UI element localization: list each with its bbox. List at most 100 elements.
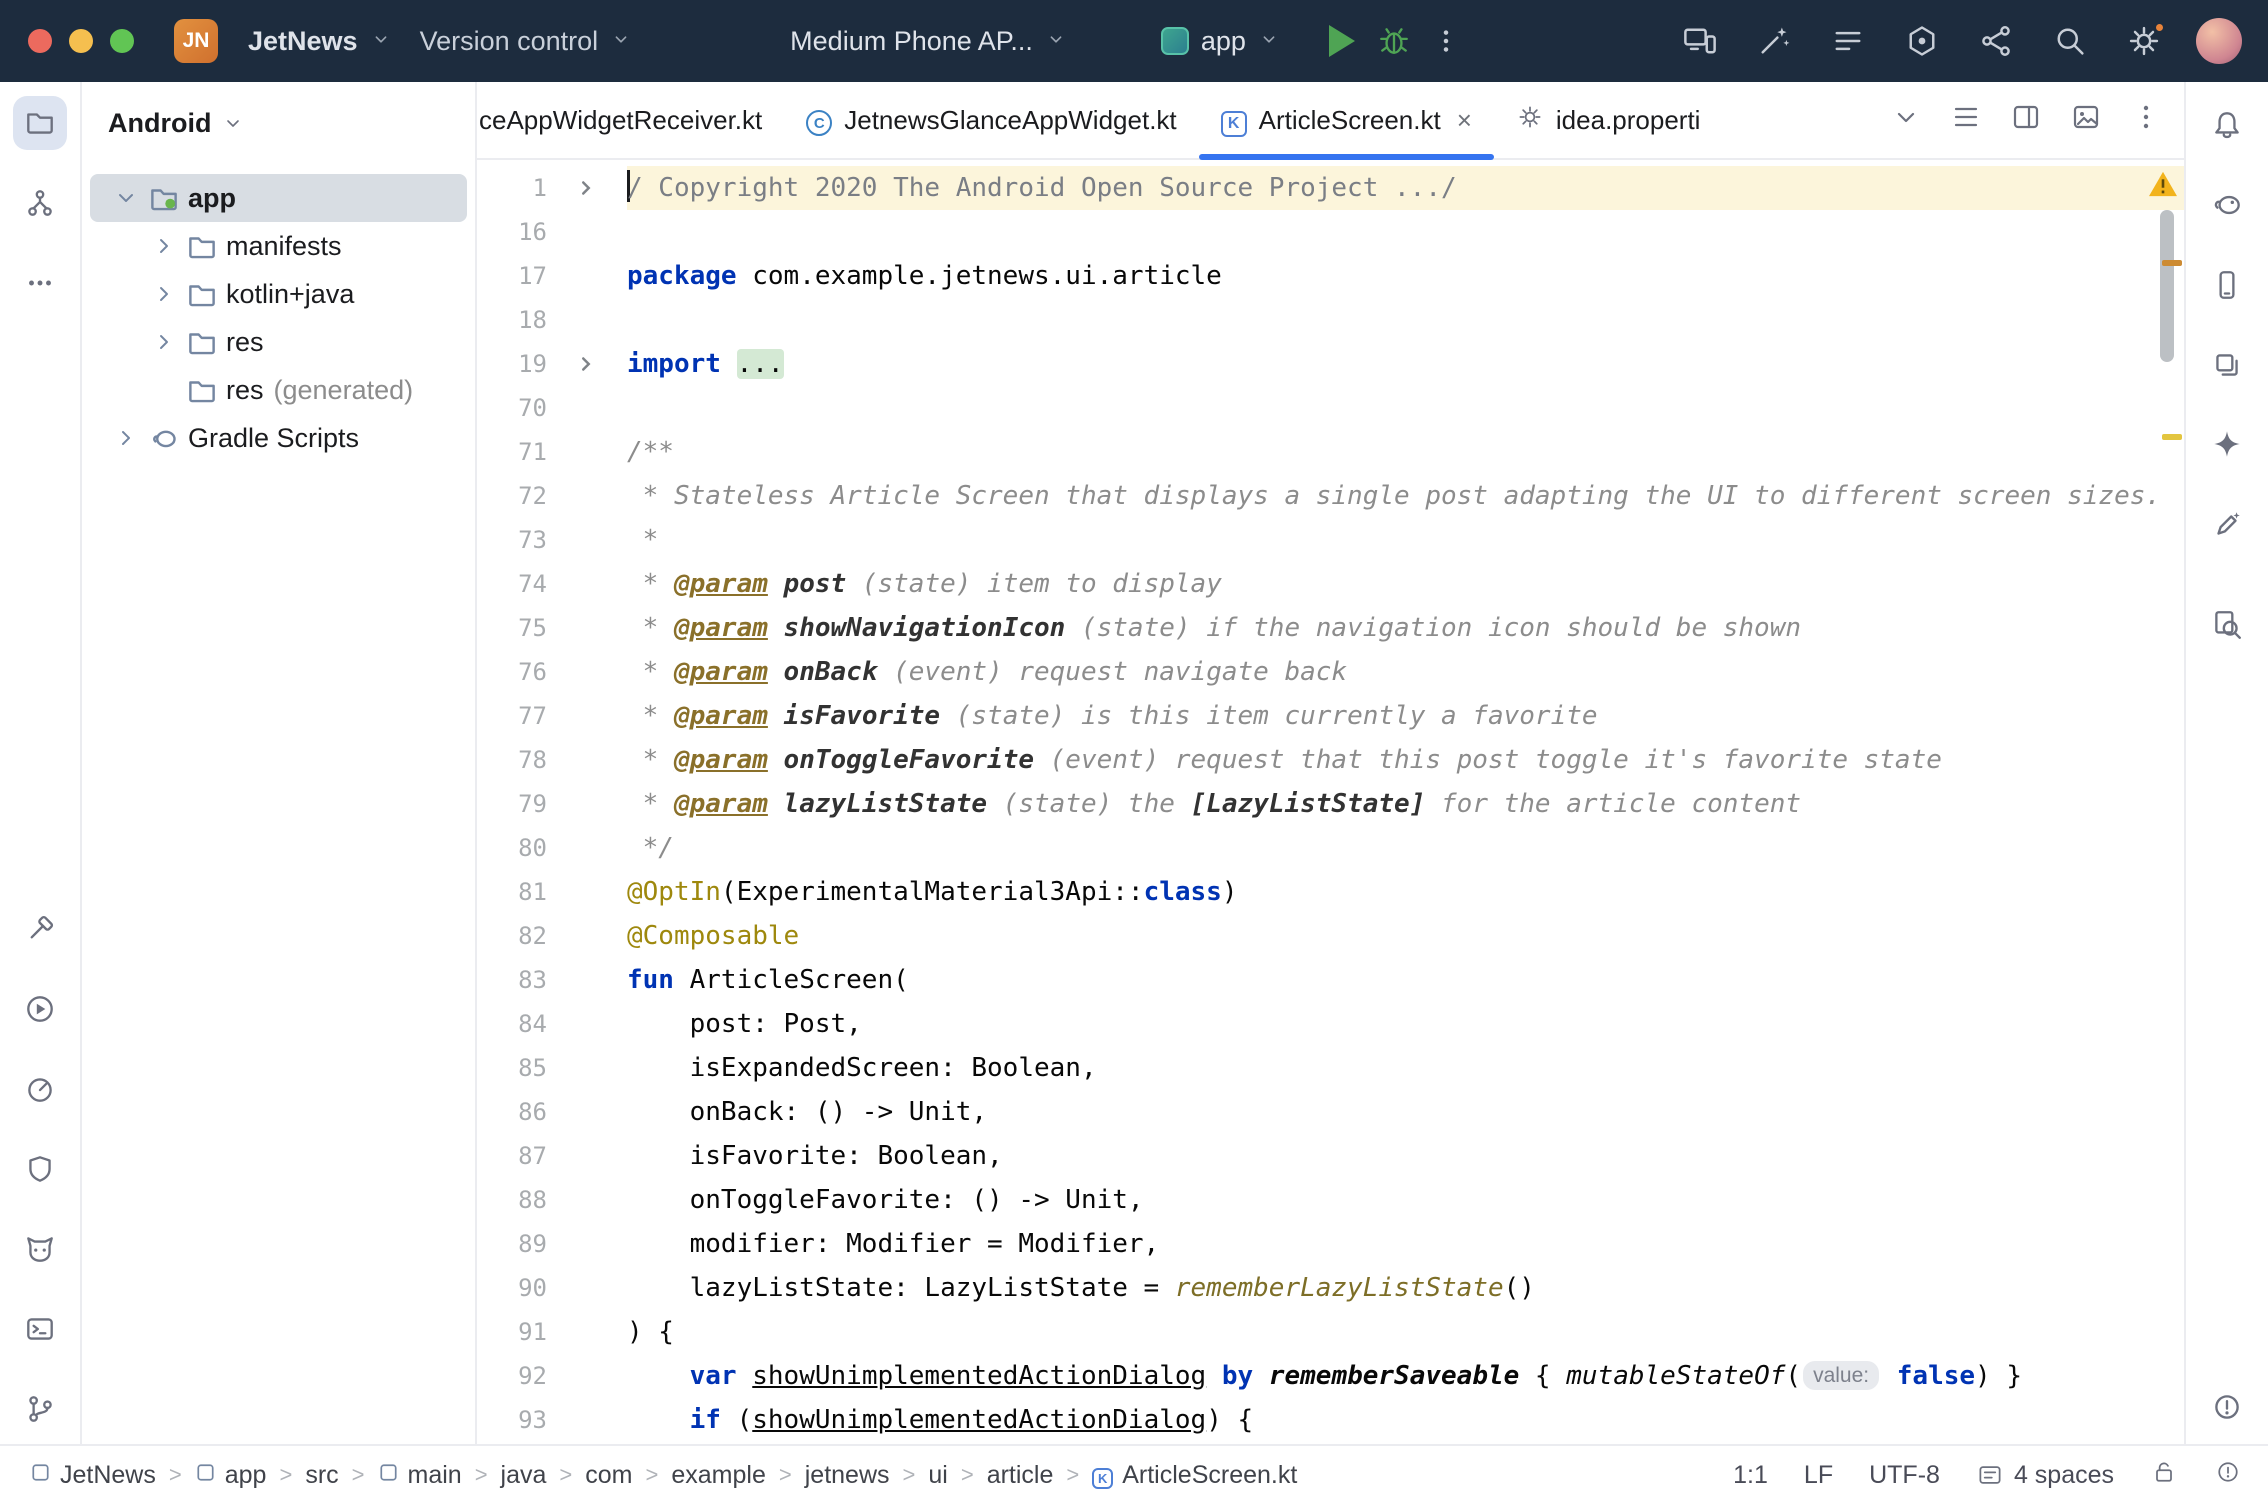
line-number[interactable]: 72: [477, 474, 575, 518]
tree-item-res-generated[interactable]: res(generated): [90, 366, 467, 414]
structure-tool-button[interactable]: [13, 176, 67, 230]
editor-gutter[interactable]: 1: [477, 166, 627, 210]
code-text[interactable]: [627, 210, 2184, 254]
build-tool-button[interactable]: [13, 902, 67, 956]
editor-gutter[interactable]: 84: [477, 1002, 627, 1046]
editor-gutter[interactable]: 86: [477, 1090, 627, 1134]
line-separator-widget[interactable]: LF: [1804, 1461, 1833, 1490]
code-line-18[interactable]: 18: [477, 298, 2184, 342]
code-line-80[interactable]: 80 */: [477, 826, 2184, 870]
breadcrumb-app[interactable]: app: [195, 1461, 267, 1490]
code-line-73[interactable]: 73 *: [477, 518, 2184, 562]
tab-idea-properti[interactable]: idea.properti: [1494, 82, 1723, 158]
tree-item-app[interactable]: app: [90, 174, 467, 222]
zoom-window-button[interactable]: [110, 29, 134, 53]
editor-gutter[interactable]: 87: [477, 1134, 627, 1178]
editor-gutter[interactable]: 77: [477, 694, 627, 738]
tab-articlescreen-kt[interactable]: KArticleScreen.kt×: [1199, 82, 1494, 158]
settings-gear-icon[interactable]: [2122, 19, 2166, 63]
editor-gutter[interactable]: 79: [477, 782, 627, 826]
code-line-83[interactable]: 83 fun ArticleScreen(: [477, 958, 2184, 1002]
line-number[interactable]: 87: [477, 1134, 575, 1178]
line-number[interactable]: 85: [477, 1046, 575, 1090]
editor-gutter[interactable]: 74: [477, 562, 627, 606]
code-text[interactable]: modifier: Modifier = Modifier,: [627, 1222, 2184, 1266]
user-avatar[interactable]: [2196, 18, 2242, 64]
version-control-tool-button[interactable]: [13, 1382, 67, 1436]
chevron-down-icon[interactable]: [108, 186, 144, 210]
vcs-widget[interactable]: Version control: [406, 15, 647, 67]
tree-item-gradle-scripts[interactable]: Gradle Scripts: [90, 414, 467, 462]
code-editor[interactable]: 1/ Copyright 2020 The Android Open Sourc…: [477, 160, 2184, 1444]
line-number[interactable]: 81: [477, 870, 575, 914]
line-number[interactable]: 16: [477, 210, 575, 254]
code-line-75[interactable]: 75 * @param showNavigationIcon (state) i…: [477, 606, 2184, 650]
fold-chevron-icon[interactable]: [575, 342, 627, 386]
breadcrumb-jetnews[interactable]: JetNews: [30, 1461, 156, 1490]
editor-gutter[interactable]: 76: [477, 650, 627, 694]
tree-item-kotlin-java[interactable]: kotlin+java: [90, 270, 467, 318]
editor-gutter[interactable]: 90: [477, 1266, 627, 1310]
code-text[interactable]: */: [627, 826, 2184, 870]
hidden-tabs-chevron-icon[interactable]: [1890, 101, 1922, 140]
line-number[interactable]: 80: [477, 826, 575, 870]
code-with-me-icon[interactable]: [1974, 19, 2018, 63]
code-text[interactable]: isFavorite: Boolean,: [627, 1134, 2184, 1178]
breadcrumb-example[interactable]: example: [671, 1461, 766, 1490]
code-text[interactable]: *: [627, 518, 2184, 562]
editor-gutter[interactable]: 73: [477, 518, 627, 562]
build-analyzer-icon[interactable]: [1900, 19, 1944, 63]
editor-gutter[interactable]: 93: [477, 1398, 627, 1442]
editor-gutter[interactable]: 16: [477, 210, 627, 254]
breadcrumb-article[interactable]: article: [987, 1461, 1054, 1490]
code-line-74[interactable]: 74 * @param post (state) item to display: [477, 562, 2184, 606]
code-text[interactable]: post: Post,: [627, 1002, 2184, 1046]
line-number[interactable]: 73: [477, 518, 575, 562]
search-icon[interactable]: [2048, 19, 2092, 63]
logcat-tool-button[interactable]: [13, 1222, 67, 1276]
fold-chevron-icon[interactable]: [575, 166, 627, 210]
line-number[interactable]: 75: [477, 606, 575, 650]
editor-gutter[interactable]: 89: [477, 1222, 627, 1266]
code-text[interactable]: fun ArticleScreen(: [627, 958, 2184, 1002]
close-tab-icon[interactable]: ×: [1457, 105, 1472, 136]
code-text[interactable]: onToggleFavorite: () -> Unit,: [627, 1178, 2184, 1222]
code-text[interactable]: [627, 298, 2184, 342]
line-number[interactable]: 83: [477, 958, 575, 1002]
code-line-1[interactable]: 1/ Copyright 2020 The Android Open Sourc…: [477, 166, 2184, 210]
editor-gutter[interactable]: 82: [477, 914, 627, 958]
code-line-93[interactable]: 93 if (showUnimplementedActionDialog) {: [477, 1398, 2184, 1442]
code-line-92[interactable]: 92 var showUnimplementedActionDialog by …: [477, 1354, 2184, 1398]
line-number[interactable]: 78: [477, 738, 575, 782]
breadcrumb-com[interactable]: com: [585, 1461, 632, 1490]
more-tool-windows-button[interactable]: [13, 256, 67, 310]
code-line-88[interactable]: 88 onToggleFavorite: () -> Unit,: [477, 1178, 2184, 1222]
run-button[interactable]: [1316, 15, 1368, 67]
chevron-right-icon[interactable]: [108, 426, 144, 450]
running-devices-button[interactable]: [2200, 338, 2254, 392]
line-number[interactable]: 91: [477, 1310, 575, 1354]
line-number[interactable]: 1: [477, 166, 575, 210]
line-number[interactable]: 90: [477, 1266, 575, 1310]
background-tasks-icon[interactable]: [2214, 1458, 2242, 1493]
line-number[interactable]: 76: [477, 650, 575, 694]
line-number[interactable]: 77: [477, 694, 575, 738]
code-text[interactable]: * @param lazyListState (state) the [Lazy…: [627, 782, 2184, 826]
breadcrumb-src[interactable]: src: [305, 1461, 338, 1490]
tab-ceappwidgetreceiver-kt[interactable]: ceAppWidgetReceiver.kt: [477, 82, 784, 158]
todo-list-icon[interactable]: [1826, 19, 1870, 63]
code-line-84[interactable]: 84 post: Post,: [477, 1002, 2184, 1046]
caret-position-widget[interactable]: 1:1: [1733, 1461, 1768, 1490]
chevron-right-icon[interactable]: [146, 234, 182, 258]
line-number[interactable]: 17: [477, 254, 575, 298]
code-text[interactable]: [627, 386, 2184, 430]
editor-gutter[interactable]: 72: [477, 474, 627, 518]
code-text[interactable]: @OptIn(ExperimentalMaterial3Api::class): [627, 870, 2184, 914]
editor-gutter[interactable]: 18: [477, 298, 627, 342]
open-files-list-icon[interactable]: [1950, 101, 1982, 140]
code-line-76[interactable]: 76 * @param onBack (event) request navig…: [477, 650, 2184, 694]
code-text[interactable]: * Stateless Article Screen that displays…: [627, 474, 2184, 518]
device-mirroring-icon[interactable]: [1678, 19, 1722, 63]
code-line-77[interactable]: 77 * @param isFavorite (state) is this i…: [477, 694, 2184, 738]
code-text[interactable]: if (showUnimplementedActionDialog) {: [627, 1398, 2184, 1442]
